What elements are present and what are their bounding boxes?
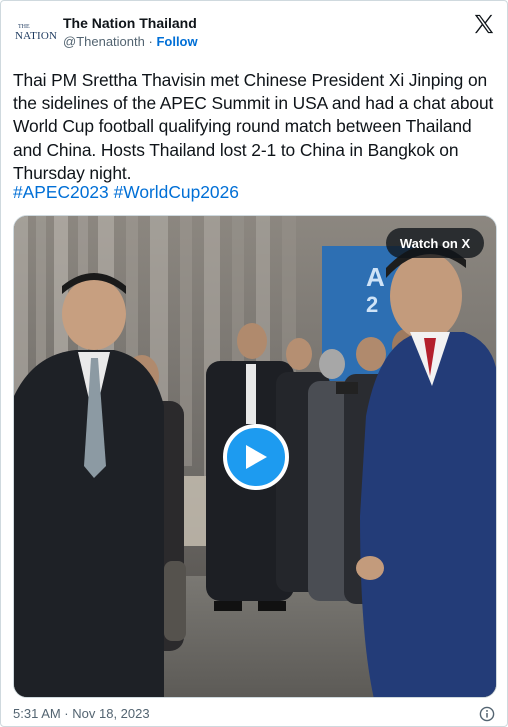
avatar-logo-text: NATION: [15, 30, 58, 42]
tweet-card: THE NATION The Nation Thailand @Thenatio…: [0, 0, 508, 727]
info-icon[interactable]: [479, 706, 495, 722]
x-logo-icon[interactable]: [473, 13, 495, 35]
handle-separator: ·: [148, 34, 153, 49]
tweet-header: THE NATION The Nation Thailand @Thenatio…: [13, 11, 495, 55]
author-handle[interactable]: @Thenationth: [63, 34, 145, 49]
hashtag-row: #APEC2023 #WorldCup2026: [13, 181, 239, 204]
watch-on-x-button[interactable]: Watch on X: [386, 228, 484, 258]
tweet-text: Thai PM Srettha Thavisin met Chinese Pre…: [13, 70, 494, 183]
tweet-footer: 5:31 AM · Nov 18, 2023: [13, 705, 497, 723]
author-handle-row: @Thenationth · Follow: [63, 33, 198, 51]
author-info: The Nation Thailand @Thenationth · Follo…: [63, 14, 198, 51]
avatar[interactable]: THE NATION: [15, 13, 58, 53]
apec-screen-letter-a: A: [366, 262, 385, 292]
timestamp[interactable]: 5:31 AM · Nov 18, 2023: [13, 706, 150, 721]
hashtag-apec2023[interactable]: #APEC2023: [13, 182, 109, 202]
play-button[interactable]: [223, 424, 289, 490]
follow-button[interactable]: Follow: [156, 34, 197, 49]
play-icon: [246, 445, 267, 469]
apec-screen-digit: 2: [366, 292, 378, 317]
hashtag-worldcup2026[interactable]: #WorldCup2026: [114, 182, 239, 202]
video-thumbnail[interactable]: A 2 Watch on X: [13, 215, 497, 698]
author-display-name[interactable]: The Nation Thailand: [63, 14, 198, 32]
